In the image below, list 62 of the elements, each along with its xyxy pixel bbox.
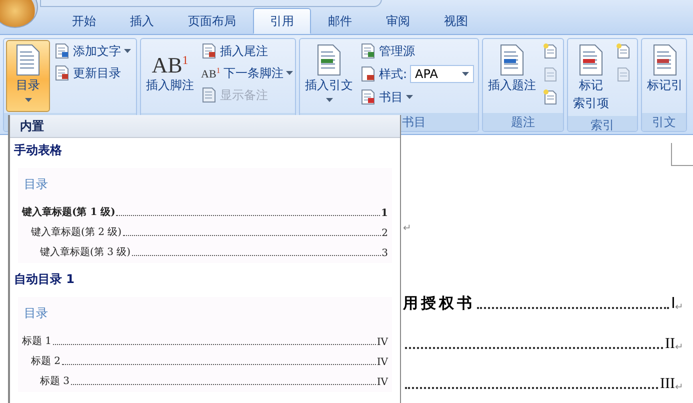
ribbon-large-button[interactable]: 插入引文 <box>302 40 356 112</box>
paragraph-mark: ↵ <box>675 301 683 313</box>
toc-heading: 用授权书 <box>403 294 475 313</box>
ribbon-small-button[interactable]: 书目 <box>358 87 474 107</box>
style-dropdown[interactable]: APA <box>410 65 474 83</box>
group-label: 索引 <box>568 116 637 131</box>
toc-entry-text: 键入章标题(第 2 级) <box>31 226 122 239</box>
group-label: 引文 <box>642 113 686 131</box>
page-number: 3 <box>382 248 388 259</box>
preview-title: 目录 <box>23 176 49 193</box>
ribbon-small-button[interactable]: AB$^{1}$ 下一条脚注 <box>199 63 295 83</box>
toc-entry-text: 标题 2 <box>31 354 61 368</box>
page-number: III <box>660 376 675 393</box>
paragraph-mark: ↵ <box>675 381 683 393</box>
page-number: 2 <box>382 228 388 239</box>
paragraph-mark: ↵ <box>403 223 412 236</box>
style-label: 样式: <box>379 66 408 82</box>
caret-icon <box>462 72 470 76</box>
ribbon-tab[interactable]: 邮件 <box>311 8 369 34</box>
page-number: IV <box>376 337 388 348</box>
document-icon <box>54 43 70 59</box>
toc-entry-text: 标题 3 <box>40 374 70 388</box>
document-icon <box>360 43 376 59</box>
document-icon <box>360 89 376 105</box>
footnote-icon: AB$^{1}$ <box>152 44 188 76</box>
group-label: 题注 <box>483 113 563 131</box>
menu-header: 内置 <box>10 115 400 138</box>
document-icon <box>54 65 70 81</box>
paragraph-mark: ↵ <box>675 341 683 353</box>
ribbon-small-button[interactable]: 添加文字 <box>52 41 133 61</box>
ribbon-tab[interactable]: 开始 <box>55 8 113 34</box>
page-number: Ⅰ <box>671 295 675 313</box>
toc-entry-text: 键入章标题(第 3 级) <box>40 246 131 259</box>
ribbon-small-button[interactable]: 插入尾注 <box>199 41 295 61</box>
ribbon-tab[interactable]: 页面布局 <box>171 8 253 34</box>
page-number: II <box>665 336 675 353</box>
ribbon-large-button[interactable]: 标记 索引项 <box>570 40 612 116</box>
preview-title: 目录 <box>23 305 49 322</box>
ribbon-tab[interactable]: 视图 <box>427 8 485 34</box>
document-icon <box>201 43 217 59</box>
toc-preview-option[interactable]: 目录 键入章标题(第 1 级) 1 键入章标题(第 2 级) 2 键入章标题(第 3 级) 3 <box>18 168 392 263</box>
toc-preview-option[interactable]: 目录 标题 1 IV 标题 2 IV 标题 3 IV <box>18 297 392 392</box>
page-number: 1 <box>381 208 388 219</box>
ribbon-small-button[interactable]: 更新目录 <box>52 63 133 83</box>
ribbon-tab[interactable]: 引用 <box>253 8 311 34</box>
ribbon-tab[interactable]: 插入 <box>113 8 171 34</box>
toc-entry-text: 标题 1 <box>22 334 52 348</box>
ribbon-large-button[interactable]: AB$^{1}$ 插入脚注 <box>143 40 197 112</box>
ribbon-large-button[interactable]: 目录 <box>6 40 50 112</box>
margin-corner-mark <box>671 143 693 166</box>
ribbon-tab[interactable]: 审阅 <box>369 8 427 34</box>
ribbon-small-button[interactable]: 管理源 <box>358 41 474 61</box>
next-footnote-icon: AB$^{1}$ <box>201 66 220 80</box>
page-number: IV <box>376 377 388 388</box>
document-icon <box>201 87 217 103</box>
section-title: 手动表格 <box>13 142 63 159</box>
toc-entry-text: 键入章标题(第 1 级) <box>22 205 116 219</box>
document-icon <box>360 66 376 82</box>
ribbon-large-button[interactable]: 标记引 <box>644 40 686 112</box>
ribbon-large-button[interactable]: 插入题注 <box>485 40 539 112</box>
section-title: 自动目录 1 <box>13 271 76 288</box>
page-number: IV <box>376 357 388 368</box>
